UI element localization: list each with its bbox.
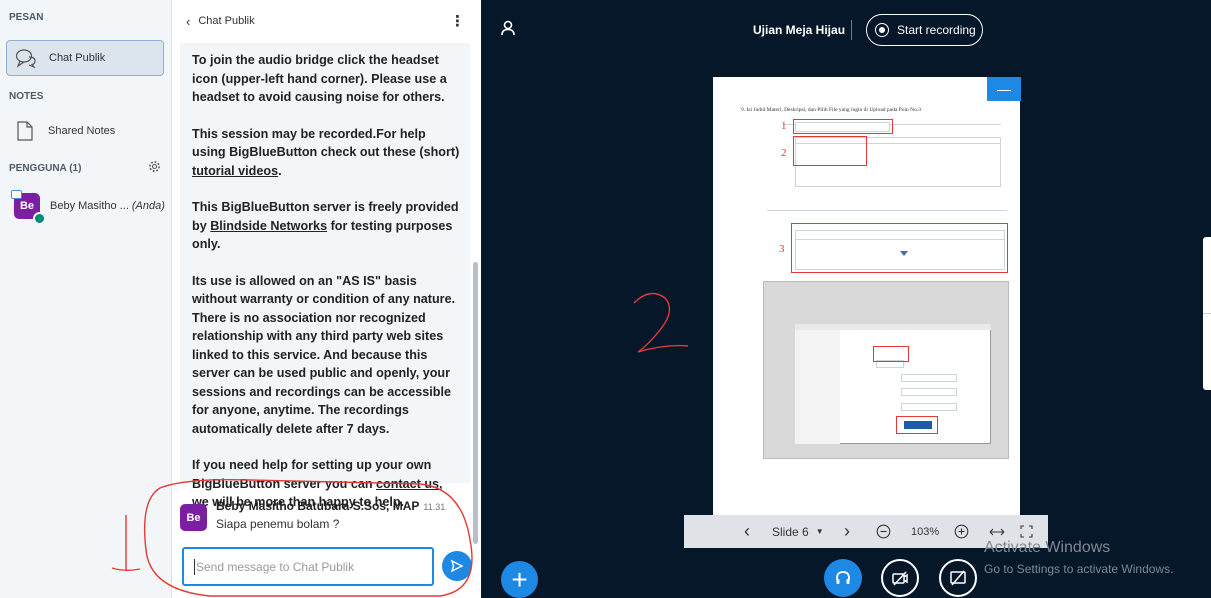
annotation-box <box>793 136 867 166</box>
message-sender: Beby Masitho Batubara S.Sos, MAP 11.31 <box>216 499 446 513</box>
user-you-tag: (Anda) <box>131 200 165 212</box>
annotation-box <box>896 416 938 434</box>
chat-panel: ‹ Chat Publik ⋮ To join the audio bridge… <box>172 0 481 598</box>
annotation-number: 3 <box>779 243 785 255</box>
zoom-out-icon[interactable] <box>876 515 891 548</box>
contact-us-link[interactable]: contact us <box>376 477 439 491</box>
public-chat-label: Chat Publik <box>49 52 106 64</box>
blindside-networks-link[interactable]: Blindside Networks <box>210 219 327 233</box>
chat-icon <box>13 47 39 69</box>
avatar: Be <box>11 190 46 225</box>
side-panel-tabs[interactable] <box>1203 237 1211 390</box>
user-list-panel: PESAN Chat Publik NOTES Shared Notes PEN… <box>0 0 172 598</box>
welcome-paragraph: Its use is allowed on an "AS IS" basis w… <box>192 273 456 436</box>
meeting-title: Ujian Meja Hijau <box>753 23 846 37</box>
message-text: Siapa penemu bolam ? <box>216 517 340 531</box>
chat-header: ‹ Chat Publik ⋮ <box>172 0 481 42</box>
send-button[interactable] <box>442 551 472 581</box>
welcome-paragraph: This BigBlueButton server is freely prov… <box>192 200 459 251</box>
user-name: Beby Masitho ... <box>50 200 129 212</box>
avatar: Be <box>180 504 207 531</box>
annotation-box <box>793 119 893 134</box>
users-section-title: PENGGUNA (1) <box>9 163 82 174</box>
actions-plus-button[interactable]: + <box>501 561 538 598</box>
chevron-left-icon[interactable]: ‹ <box>186 14 190 29</box>
windows-watermark-title: Activate Windows <box>984 539 1111 556</box>
user-list-item[interactable]: Be Beby Masitho ... (Anda) <box>0 188 172 225</box>
zoom-in-icon[interactable] <box>954 515 969 548</box>
chat-scrollbar[interactable] <box>473 262 478 544</box>
annotation-number: 1 <box>781 120 787 132</box>
record-label: Start recording <box>897 23 976 37</box>
shared-notes-item[interactable]: Shared Notes <box>6 113 164 149</box>
screen-share-off-icon <box>950 570 966 586</box>
audio-headset-button[interactable] <box>824 559 862 597</box>
presentation-area: Ujian Meja Hijau Start recording 9. Isi … <box>481 0 1211 598</box>
upload-icon <box>900 251 908 256</box>
welcome-message: To join the audio bridge click the heads… <box>180 43 470 509</box>
notes-icon <box>12 120 38 142</box>
screen-share-button[interactable] <box>939 559 977 597</box>
send-icon <box>450 559 464 573</box>
chat-message-input[interactable]: Send message to Chat Publik <box>182 547 434 586</box>
slide-selector[interactable]: Slide 6 ▼ <box>772 515 824 548</box>
user-icon[interactable] <box>501 20 515 41</box>
tutorial-videos-link[interactable]: tutorial videos <box>192 164 278 178</box>
chat-message: Be Beby Masitho Batubara S.Sos, MAP 11.31… <box>180 496 470 546</box>
windows-watermark-subtitle: Go to Settings to activate Windows. <box>984 562 1174 576</box>
video-off-icon <box>892 571 908 586</box>
previous-slide-icon[interactable]: ‹ <box>744 515 750 548</box>
user-settings-gear-icon[interactable] <box>148 160 161 178</box>
microphone-icon <box>33 212 46 225</box>
start-recording-button[interactable]: Start recording <box>866 14 983 46</box>
next-slide-icon[interactable]: › <box>844 515 850 548</box>
annotation-number: 2 <box>781 147 787 159</box>
record-icon <box>875 23 889 37</box>
message-time: 11.31 <box>423 502 446 512</box>
video-button[interactable] <box>881 559 919 597</box>
public-chat-item[interactable]: Chat Publik <box>6 40 164 76</box>
minimize-presentation-button[interactable]: — <box>987 77 1021 101</box>
welcome-paragraph: This session may be recorded.For help us… <box>192 126 460 178</box>
presentation-slide: 9. Isi Judul Materi, Deskripsi, dan Pili… <box>713 77 1020 515</box>
messages-section-title: PESAN <box>9 12 44 23</box>
shared-notes-label: Shared Notes <box>48 125 116 137</box>
avatar-initials: Be <box>19 200 35 212</box>
kebab-menu-icon[interactable]: ⋮ <box>450 12 465 30</box>
headset-icon <box>836 571 850 584</box>
zoom-level: 103% <box>911 525 940 538</box>
chat-title[interactable]: Chat Publik <box>198 15 254 27</box>
notes-section-title: NOTES <box>9 91 44 102</box>
divider <box>851 20 852 40</box>
slide-heading: 9. Isi Judul Materi, Deskripsi, dan Pili… <box>741 107 921 113</box>
welcome-paragraph: To join the audio bridge click the heads… <box>192 53 447 104</box>
chat-input-placeholder: Send message to Chat Publik <box>196 559 355 574</box>
presenter-badge-icon <box>11 190 22 199</box>
annotation-box <box>873 346 909 362</box>
